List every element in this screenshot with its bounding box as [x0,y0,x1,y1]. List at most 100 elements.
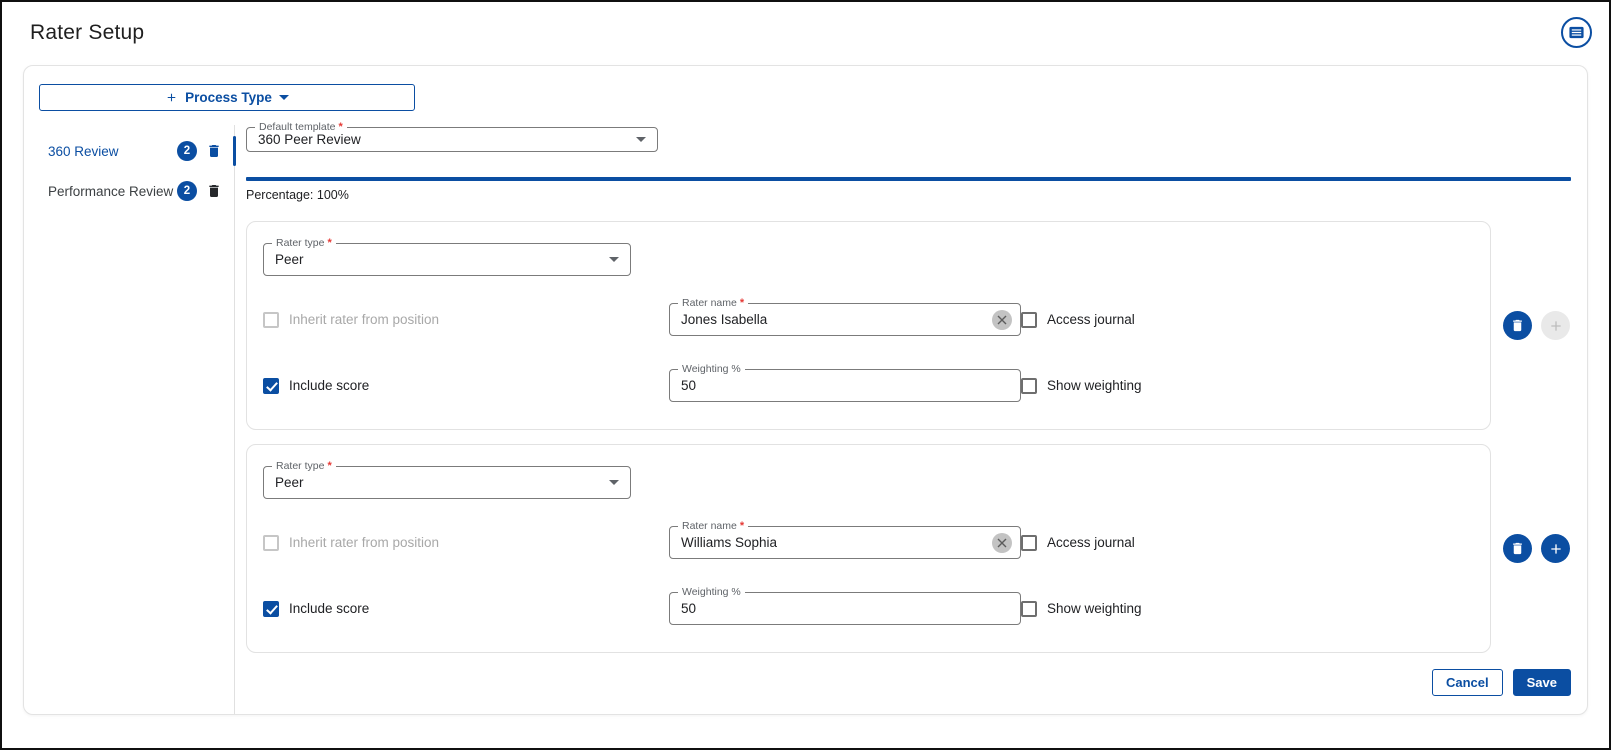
rater-setup-panel: Process Type 360 Review 2 Performance Re… [23,65,1588,715]
checkbox-box [1021,534,1037,551]
percentage-text: Percentage: 100% [246,188,349,202]
form-footer: Cancel Save [246,653,1571,696]
rater-card-actions [1503,534,1571,563]
trash-icon [209,145,219,157]
clear-x-icon [997,538,1007,547]
delete-process-type-button[interactable] [206,143,222,159]
default-template-label: Default template [259,121,336,133]
rater-name-label: Rater name [682,520,737,532]
count-badge: 2 [177,141,197,161]
caret-down-icon [609,480,619,485]
access-journal-checkbox[interactable]: Access journal [1021,534,1474,551]
checkbox-box [263,600,279,617]
required-asterisk: * [327,460,332,472]
rater-card-actions [1503,311,1571,340]
checkbox-box [263,311,279,328]
rater-card: Rater type * Peer Inherit rater from pos… [246,221,1491,430]
delete-rater-button[interactable] [1503,311,1532,340]
rater-row: Rater type * Peer Inherit rater from pos… [246,221,1571,430]
rater-setup-screen: Rater Setup Process Type 360 Review 2 Pe… [0,0,1611,750]
show-weighting-label: Show weighting [1047,378,1142,393]
clear-rater-name-button[interactable] [992,309,1012,330]
clear-x-icon [997,315,1007,324]
caret-down-icon [278,95,289,100]
process-type-sidebar: 360 Review 2 Performance Review 2 [24,125,236,714]
rater-name-field[interactable]: Rater name * [669,520,1021,559]
add-rater-button[interactable] [1541,534,1570,563]
sidebar-item-360-review[interactable]: 360 Review 2 [24,131,236,171]
checkbox-box [1021,600,1037,617]
show-weighting-label: Show weighting [1047,601,1142,616]
inherit-rater-checkbox[interactable]: Inherit rater from position [263,534,669,551]
include-score-checkbox[interactable]: Include score [263,377,669,394]
access-journal-checkbox[interactable]: Access journal [1021,311,1474,328]
sidebar-item-label: 360 Review [48,143,119,159]
trash-icon [1513,542,1522,555]
rater-name-input[interactable] [681,312,1009,327]
process-type-label: Process Type [185,90,272,105]
checkbox-box [263,534,279,551]
page-title: Rater Setup [30,20,145,44]
percentage-progress-bar [246,177,1571,181]
include-score-label: Include score [289,378,370,393]
default-template-select[interactable]: Default template * 360 Peer Review [246,121,658,153]
required-asterisk: * [338,121,343,133]
weighting-label: Weighting % [682,363,741,375]
add-rater-button-disabled[interactable] [1541,311,1570,340]
checkbox-box [1021,377,1037,394]
include-score-checkbox[interactable]: Include score [263,600,669,617]
default-template-value: 360 Peer Review [258,132,361,148]
caret-down-icon [609,257,619,262]
delete-process-type-button[interactable] [206,183,222,199]
checkbox-box [1021,311,1037,328]
view-list-button[interactable] [1561,17,1592,48]
rater-field-grid: Inherit rater from position Rater name * [263,297,1474,402]
trash-icon [209,185,219,197]
inherit-rater-label: Inherit rater from position [289,312,440,327]
show-weighting-checkbox[interactable]: Show weighting [1021,600,1474,617]
caret-down-icon [636,137,646,143]
rater-field-grid: Inherit rater from position Rater name * [263,520,1474,625]
sidebar-item-label: Performance Review [48,183,174,199]
delete-rater-button[interactable] [1503,534,1532,563]
rater-name-label: Rater name [682,297,737,309]
rater-type-value: Peer [275,252,304,267]
rater-type-label: Rater type [276,460,325,472]
trash-icon [1513,319,1522,332]
inherit-rater-checkbox[interactable]: Inherit rater from position [263,311,669,328]
weighting-field[interactable]: Weighting % [669,586,1021,625]
main-content: Default template * 360 Peer Review Perce… [235,121,1587,714]
plus-icon [167,93,176,102]
list-circle-icon [1568,24,1585,41]
plus-icon [1550,320,1561,331]
required-asterisk: * [739,297,745,309]
app-header: Rater Setup [2,2,1609,48]
weighting-label: Weighting % [682,586,741,598]
content-row: 360 Review 2 Performance Review 2 Defaul… [24,121,1587,714]
count-badge: 2 [177,181,197,201]
rater-type-select[interactable]: Rater type * Peer [263,460,631,499]
access-journal-label: Access journal [1047,312,1135,327]
required-asterisk: * [739,520,745,532]
show-weighting-checkbox[interactable]: Show weighting [1021,377,1474,394]
cancel-button[interactable]: Cancel [1431,669,1503,696]
required-asterisk: * [327,237,332,249]
clear-rater-name-button[interactable] [992,532,1012,553]
save-button[interactable]: Save [1512,669,1571,696]
weighting-field[interactable]: Weighting % [669,363,1021,402]
weighting-input[interactable] [681,378,1009,393]
weighting-input[interactable] [681,601,1009,616]
rater-type-select[interactable]: Rater type * Peer [263,237,631,276]
sidebar-item-performance-review[interactable]: Performance Review 2 [24,171,234,211]
rater-name-field[interactable]: Rater name * [669,297,1021,336]
rater-name-input[interactable] [681,535,1009,550]
add-process-type-button[interactable]: Process Type [39,84,415,111]
rater-card: Rater type * Peer Inherit rater from pos… [246,444,1491,653]
rater-type-value: Peer [275,475,304,490]
rater-type-label: Rater type [276,237,325,249]
rater-row: Rater type * Peer Inherit rater from pos… [246,444,1571,653]
plus-icon [1550,543,1561,554]
inherit-rater-label: Inherit rater from position [289,535,440,550]
access-journal-label: Access journal [1047,535,1135,550]
checkbox-box [263,377,279,394]
